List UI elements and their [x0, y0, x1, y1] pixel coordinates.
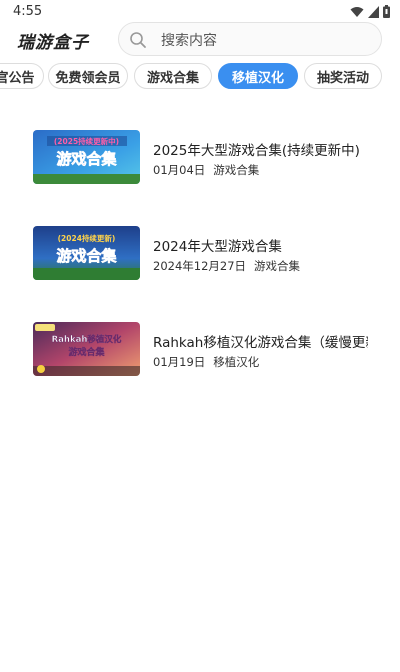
thumbnail-title: 游戏合集	[56, 150, 117, 168]
thumbnail-title: 游戏合集	[68, 346, 105, 358]
category-tabs: 官公告 免费领会员 游戏合集 移植汉化 抽奖活动	[0, 63, 400, 91]
tab-port-localization[interactable]: 移植汉化	[218, 63, 298, 89]
app-title: 瑞游盒子	[17, 33, 89, 53]
item-date: 2024年12月27日	[153, 259, 247, 273]
item-category: 移植汉化	[213, 355, 260, 369]
search-box[interactable]: 搜索内容	[118, 22, 382, 56]
thumbnail-image: (2025持续更新中) 游戏合集	[33, 130, 140, 184]
item-meta: 01月04日 游戏合集	[153, 162, 259, 178]
thumbnail-image: Rahkah移植汉化 游戏合集	[33, 322, 140, 376]
status-icons	[350, 5, 390, 18]
tab-announcement[interactable]: 官公告	[0, 63, 44, 89]
thumbnail-image: (2024持续更新) 游戏合集	[33, 226, 140, 280]
item-category: 游戏合集	[213, 163, 260, 177]
item-meta: 01月19日 移植汉化	[153, 354, 259, 370]
battery-icon	[383, 5, 390, 18]
tab-free-membership[interactable]: 免费领会员	[48, 63, 128, 89]
item-title: 2024年大型游戏合集	[153, 239, 282, 255]
list-item[interactable]: (2024持续更新) 游戏合集 2024年大型游戏合集 2024年12月27日游…	[0, 226, 400, 282]
item-date: 01月19日	[153, 355, 206, 369]
signal-icon	[368, 5, 379, 18]
item-date: 01月04日	[153, 163, 206, 177]
thumbnail-caption: (2024持续更新)	[58, 233, 116, 243]
search-icon	[130, 32, 146, 48]
thumbnail-caption: (2025持续更新中)	[54, 136, 119, 146]
tab-lottery-events[interactable]: 抽奖活动	[304, 63, 382, 89]
item-title: Rahkah移植汉化游戏合集（缓慢更新	[153, 335, 368, 351]
item-category: 游戏合集	[254, 259, 301, 273]
header: 瑞游盒子 搜索内容	[0, 22, 400, 58]
item-title: 2025年大型游戏合集(持续更新中)	[153, 143, 360, 159]
thumbnail-title: 游戏合集	[56, 247, 117, 265]
list-item[interactable]: Rahkah移植汉化 游戏合集 Rahkah移植汉化游戏合集（缓慢更新 01月1…	[0, 322, 400, 378]
wifi-icon	[350, 6, 364, 17]
tab-game-collection[interactable]: 游戏合集	[134, 63, 212, 89]
item-meta: 2024年12月27日 游戏合集	[153, 258, 300, 274]
thumbnail-caption: Rahkah移植汉化	[52, 334, 122, 345]
status-bar: 4:55	[0, 0, 400, 24]
status-time: 4:55	[13, 4, 43, 19]
list-item[interactable]: (2025持续更新中) 游戏合集 2025年大型游戏合集(持续更新中) 01月0…	[0, 130, 400, 186]
search-placeholder: 搜索内容	[161, 33, 217, 49]
